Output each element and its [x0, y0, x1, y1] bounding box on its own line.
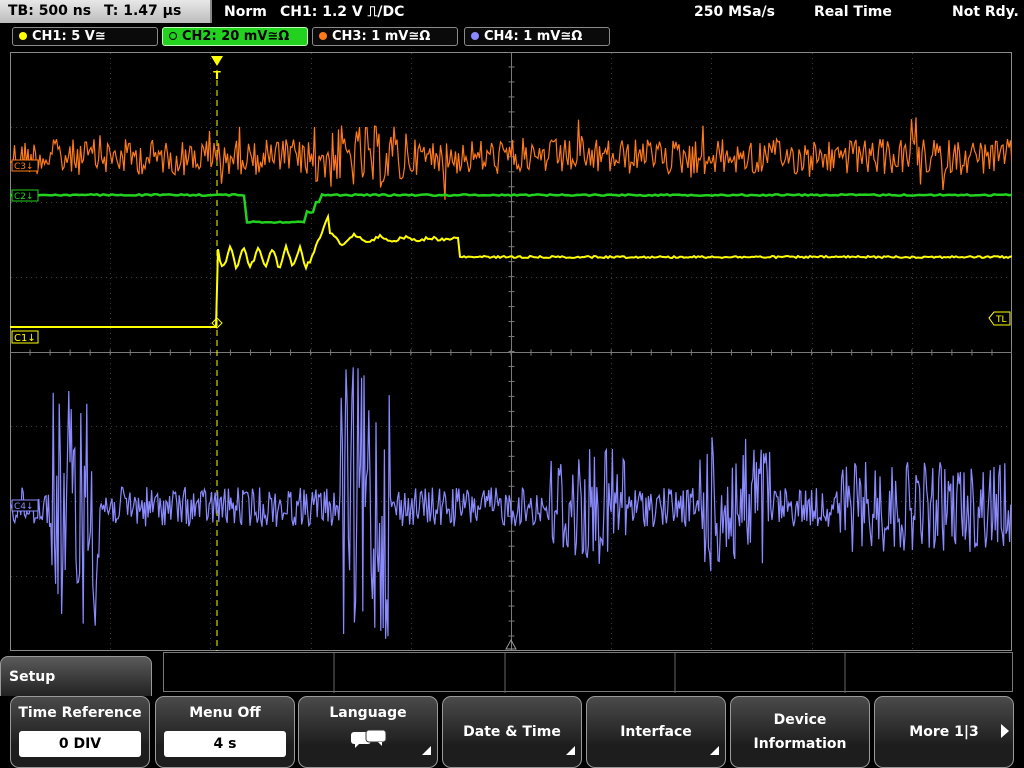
ch4-marker-label: C4↓ [14, 502, 34, 512]
ch1-color-dot [19, 32, 27, 40]
ch1-marker-label: C1↓ [14, 333, 36, 344]
channel-tab-ch2[interactable]: CH2: 20 mV≅Ω [162, 27, 308, 46]
waveform-display[interactable]: T C3↓ C2↓ C1↓ C4↓ TL [10, 52, 1012, 651]
menu-off-label: Menu Off [189, 705, 261, 721]
trigger-source[interactable]: CH1: 1.2 V ⎍/DC [280, 0, 404, 24]
ch4-label: CH4: 1 mV≅Ω [484, 29, 583, 44]
more-label: More 1|3 [909, 724, 979, 740]
acquisition-mode: Real Time [814, 4, 892, 20]
auxiliary-info-area [163, 652, 1013, 693]
device-information-softkey[interactable]: Device Information [730, 696, 870, 768]
trigger-pos-label: T [213, 69, 221, 82]
ch3-offset-marker[interactable]: C3↓ [11, 159, 39, 172]
trigger-level-label: TL [995, 315, 1007, 325]
channel-tab-ch4[interactable]: CH4: 1 mV≅Ω [464, 27, 610, 46]
status-bar: TB: 500 ns T: 1.47 µs Norm CH1: 1.2 V ⎍/… [0, 0, 1024, 24]
trigger-level-marker[interactable]: TL [988, 311, 1011, 326]
more-softkey[interactable]: More 1|3 [874, 696, 1014, 768]
timebase-readout[interactable]: TB: 500 ns T: 1.47 µs [0, 0, 212, 23]
date-time-softkey[interactable]: Date & Time [442, 696, 582, 768]
time-reference-softkey[interactable]: Time Reference 0 DIV [10, 696, 150, 768]
ch4-color-dot [471, 32, 479, 40]
interface-label: Interface [620, 724, 692, 740]
ch2-marker-label: C2↓ [14, 192, 34, 202]
language-label: Language [329, 705, 407, 721]
interface-softkey[interactable]: Interface [586, 696, 726, 768]
menu-off-value: 4 s [164, 731, 286, 757]
channel-tab-ch3[interactable]: CH3: 1 mV≅Ω [312, 27, 458, 46]
ch1-offset-marker[interactable]: C1↓ [11, 330, 39, 344]
time-reference-value: 0 DIV [19, 731, 141, 757]
time-reference-label: Time Reference [18, 705, 142, 721]
submenu-indicator-icon [710, 746, 719, 755]
device-info-label-line1: Device [773, 712, 827, 728]
menu-off-softkey[interactable]: Menu Off 4 s [155, 696, 295, 768]
submenu-indicator-icon [566, 746, 575, 755]
trigger-mode[interactable]: Norm [224, 0, 267, 24]
timebase-value: TB: 500 ns [8, 3, 92, 19]
next-page-arrow-icon [1001, 724, 1009, 738]
sample-rate: 250 MSa/s [694, 4, 776, 20]
ch4-offset-marker[interactable]: C4↓ [11, 499, 39, 512]
ch2-label: CH2: 20 mV≅Ω [182, 29, 290, 44]
ch3-color-dot [319, 32, 327, 40]
ch2-color-dot [169, 32, 177, 40]
ch3-marker-label: C3↓ [14, 162, 34, 172]
date-time-label: Date & Time [463, 724, 561, 740]
run-status: Not Rdy. [952, 4, 1019, 20]
channel-tab-ch1[interactable]: CH1: 5 V≅ [12, 27, 158, 46]
speech-bubbles-icon [351, 729, 387, 748]
submenu-indicator-icon [422, 746, 431, 755]
ch1-label: CH1: 5 V≅ [32, 29, 106, 44]
ch2-offset-marker[interactable]: C2↓ [11, 189, 39, 202]
ch3-label: CH3: 1 mV≅Ω [332, 29, 431, 44]
trigger-time-value: T: 1.47 µs [103, 3, 182, 19]
language-softkey[interactable]: Language [298, 696, 438, 768]
menu-title: Setup [0, 656, 152, 696]
device-info-label-line2: Information [753, 736, 847, 752]
